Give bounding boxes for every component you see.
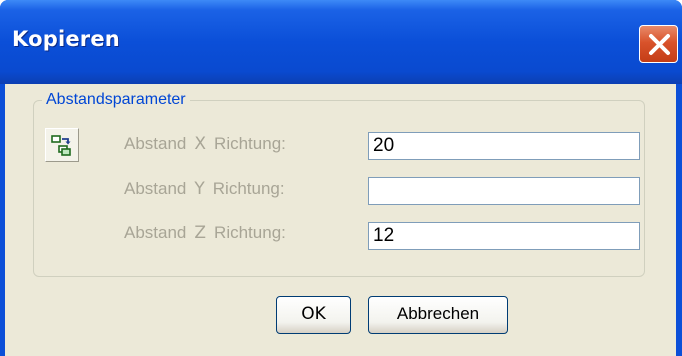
copy-objects-icon (45, 128, 79, 162)
dialog-window: Kopieren Abstandsparameter Abstand X Richt… (0, 0, 682, 356)
ok-button[interactable]: OK (276, 296, 351, 334)
axis-label-y: Y (194, 179, 205, 199)
group-legend: Abstandsparameter (42, 90, 190, 110)
axis-label-z: Z (194, 223, 207, 243)
distance-z-field[interactable]: 12 (368, 222, 640, 250)
copy-objects-glyph (51, 135, 71, 156)
row-suffix: Richtung: (214, 134, 286, 153)
window-title: Kopieren (12, 27, 120, 51)
cancel-button[interactable]: Abbrechen (368, 296, 508, 334)
axis-label-x: X (194, 134, 207, 154)
row-prefix: Abstand (124, 179, 187, 198)
row-suffix: Richtung: (214, 223, 286, 242)
row-prefix: Abstand (124, 223, 187, 242)
distance-x-field[interactable]: 20 (368, 132, 640, 160)
row-label-z: Abstand Z Richtung: (124, 223, 286, 243)
row-label-y: Abstand Y Richtung: (124, 179, 285, 199)
close-button[interactable] (639, 25, 678, 63)
title-bar[interactable]: Kopieren (0, 0, 682, 84)
row-prefix: Abstand (124, 134, 187, 153)
close-icon (649, 34, 670, 55)
row-label-x: Abstand X Richtung: (124, 134, 286, 154)
distance-y-field[interactable] (368, 177, 640, 205)
window-border-right (676, 84, 682, 356)
row-suffix: Richtung: (212, 179, 285, 198)
dialog-body: Abstandsparameter Abstand X Richtung: 20 A… (5, 84, 676, 356)
